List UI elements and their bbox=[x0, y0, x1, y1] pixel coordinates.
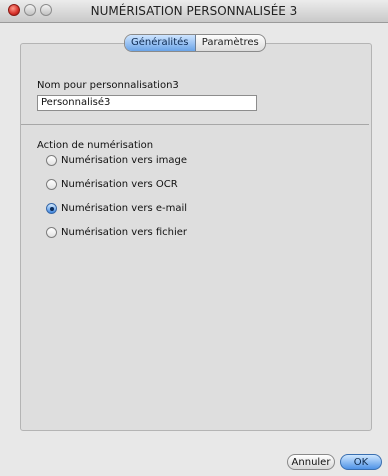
tab-parametres[interactable]: Paramètres bbox=[196, 35, 266, 51]
radio-selected-icon[interactable] bbox=[46, 203, 57, 214]
radio-icon[interactable] bbox=[46, 227, 57, 238]
section-divider bbox=[21, 124, 369, 125]
tab-generalites[interactable]: Généralités bbox=[125, 35, 196, 51]
option-scan-to-image[interactable]: Numérisation vers image bbox=[46, 155, 187, 166]
option-label: Numérisation vers fichier bbox=[61, 227, 188, 238]
tab-bar: Généralités Paramètres bbox=[124, 34, 266, 52]
dialog-window: NUMÉRISATION PERSONNALISÉE 3 Généralités… bbox=[0, 0, 388, 476]
title-bar: NUMÉRISATION PERSONNALISÉE 3 bbox=[0, 0, 388, 23]
option-label: Numérisation vers OCR bbox=[61, 179, 178, 190]
radio-icon[interactable] bbox=[46, 155, 57, 166]
ok-button[interactable]: OK bbox=[340, 454, 382, 470]
option-scan-to-ocr[interactable]: Numérisation vers OCR bbox=[46, 179, 178, 190]
window-title: NUMÉRISATION PERSONNALISÉE 3 bbox=[90, 4, 298, 18]
option-label: Numérisation vers image bbox=[61, 155, 187, 166]
name-field[interactable]: Personnalisé3 bbox=[37, 95, 257, 111]
name-label: Nom pour personnalisation3 bbox=[37, 80, 179, 91]
option-scan-to-file[interactable]: Numérisation vers fichier bbox=[46, 227, 187, 238]
option-scan-to-email[interactable]: Numérisation vers e-mail bbox=[46, 203, 187, 214]
radio-icon[interactable] bbox=[46, 179, 57, 190]
radio-dot-icon bbox=[49, 206, 54, 211]
option-label: Numérisation vers e-mail bbox=[61, 203, 188, 214]
scan-action-label: Action de numérisation bbox=[37, 140, 154, 151]
cancel-button[interactable]: Annuler bbox=[287, 454, 335, 470]
